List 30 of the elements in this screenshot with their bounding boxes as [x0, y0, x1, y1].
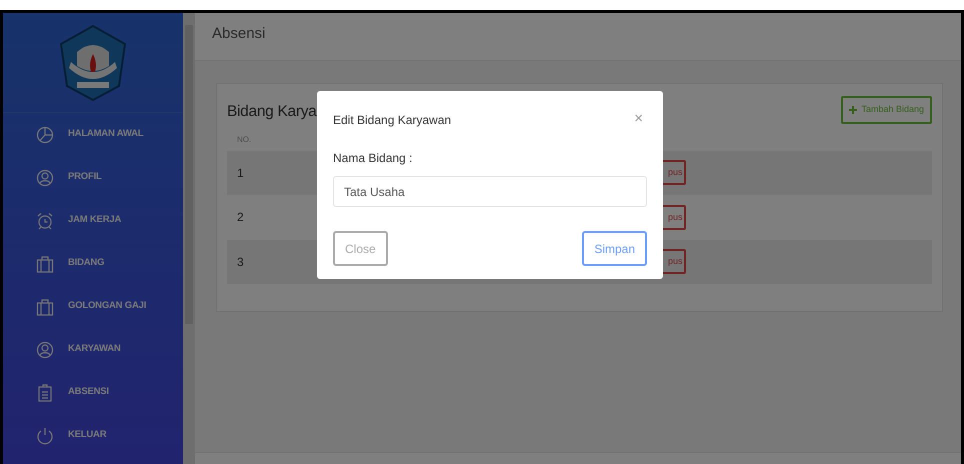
plus-icon [849, 106, 858, 114]
sidebar-item[interactable]: ABSENSI [3, 371, 183, 414]
save-button[interactable]: Simpan [582, 231, 647, 266]
modal-title: Edit Bidang Karyawan [333, 112, 452, 129]
briefcase-icon [36, 254, 54, 272]
table-cell-text: 1 [237, 164, 244, 182]
close-button[interactable]: Close [333, 231, 388, 266]
power-icon [36, 426, 54, 444]
sidebar-item[interactable]: BIDANG [3, 242, 183, 285]
page-title: Absensi [195, 13, 961, 61]
sidebar-item[interactable]: JAM KERJA [3, 199, 183, 242]
alarm-clock-icon [36, 212, 54, 230]
clipboard-icon [36, 384, 54, 402]
table-cell-text: 3 [237, 254, 244, 271]
sidebar-item[interactable]: HALAMAN AWAL [3, 113, 183, 156]
pie-chart-icon [36, 126, 54, 144]
user-icon [36, 168, 54, 186]
card-title: Bidang Karya [227, 102, 316, 122]
sidebar-item[interactable]: KARYAWAN [3, 328, 183, 371]
close-button[interactable]: × [630, 110, 647, 126]
scrollbar[interactable] [183, 13, 195, 464]
user-icon [36, 340, 54, 358]
add-button[interactable]: Tambah Bidang [841, 96, 932, 124]
field-label: Nama Bidang : [333, 150, 414, 167]
briefcase-icon [36, 298, 54, 316]
sidebar-item[interactable]: GOLONGAN GAJI [3, 285, 183, 328]
name-input-field[interactable]: Tata Usaha [333, 176, 647, 207]
table-cell-text: 2 [237, 209, 244, 226]
sidebar-item[interactable]: KELUAR [3, 414, 183, 457]
sidebar-item[interactable]: PROFIL [3, 156, 183, 199]
